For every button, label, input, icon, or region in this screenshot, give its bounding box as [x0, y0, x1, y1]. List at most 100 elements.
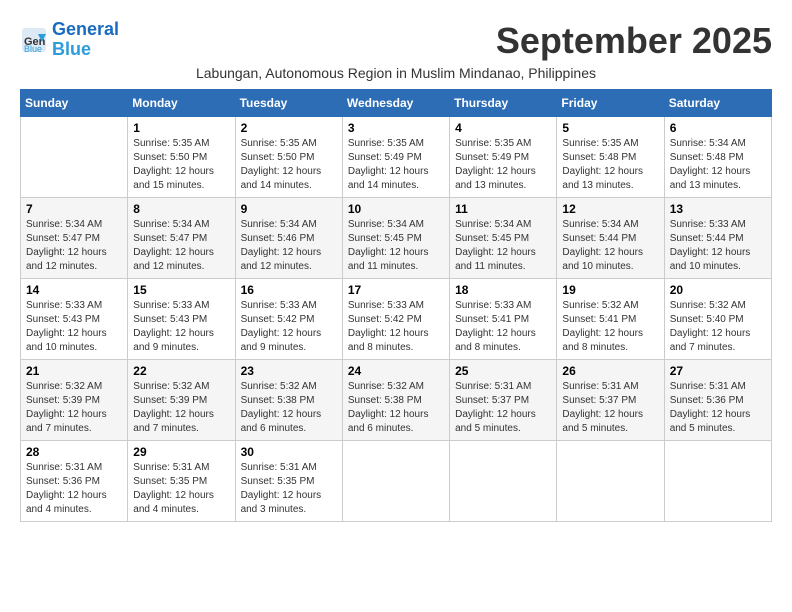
day-info: Sunrise: 5:32 AM Sunset: 5:38 PM Dayligh… [241, 380, 337, 436]
calendar-cell [21, 116, 128, 197]
day-number: 18 [455, 283, 551, 297]
day-info: Sunrise: 5:31 AM Sunset: 5:35 PM Dayligh… [241, 461, 337, 517]
day-info: Sunrise: 5:34 AM Sunset: 5:45 PM Dayligh… [455, 218, 551, 274]
calendar-cell: 26Sunrise: 5:31 AM Sunset: 5:37 PM Dayli… [557, 359, 664, 440]
calendar-cell: 15Sunrise: 5:33 AM Sunset: 5:43 PM Dayli… [128, 278, 235, 359]
week-row-2: 7Sunrise: 5:34 AM Sunset: 5:47 PM Daylig… [21, 197, 772, 278]
day-info: Sunrise: 5:32 AM Sunset: 5:39 PM Dayligh… [26, 380, 122, 436]
day-info: Sunrise: 5:32 AM Sunset: 5:41 PM Dayligh… [562, 299, 658, 355]
calendar-cell: 2 Sunrise: 5:35 AM Sunset: 5:50 PM Daylig… [235, 116, 342, 197]
day-number: 9 [241, 202, 337, 216]
week-row-5: 28 Sunrise: 5:31 AM Sunset: 5:36 PM Dayli… [21, 440, 772, 521]
calendar-cell: 20 Sunrise: 5:32 AM Sunset: 5:40 PM Dayli… [664, 278, 771, 359]
day-info: Sunrise: 5:33 AM Sunset: 5:41 PM Dayligh… [455, 299, 551, 355]
day-info: Sunrise: 5:34 AM Sunset: 5:48 PM Dayligh… [670, 137, 766, 193]
day-info: Sunrise: 5:33 AM Sunset: 5:44 PM Dayligh… [670, 218, 766, 274]
day-number: 21 [26, 364, 122, 378]
week-row-4: 21 Sunrise: 5:32 AM Sunset: 5:39 PM Dayli… [21, 359, 772, 440]
calendar-cell: 27 Sunrise: 5:31 AM Sunset: 5:36 PM Dayli… [664, 359, 771, 440]
day-info: Sunrise: 5:35 AM Sunset: 5:50 PM Dayligh… [133, 137, 229, 193]
calendar-cell: 28 Sunrise: 5:31 AM Sunset: 5:36 PM Dayli… [21, 440, 128, 521]
day-number: 11 [455, 202, 551, 216]
day-number: 24 [348, 364, 444, 378]
header-friday: Friday [557, 89, 664, 116]
day-number: 10 [348, 202, 444, 216]
calendar-cell [664, 440, 771, 521]
calendar-cell: 14 Sunrise: 5:33 AM Sunset: 5:43 PM Dayli… [21, 278, 128, 359]
logo: Gen Blue General Blue [20, 20, 119, 60]
calendar-cell [557, 440, 664, 521]
day-number: 2 [241, 121, 337, 135]
day-number: 22 [133, 364, 229, 378]
day-info: Sunrise: 5:32 AM Sunset: 5:40 PM Dayligh… [670, 299, 766, 355]
day-info: Sunrise: 5:31 AM Sunset: 5:36 PM Dayligh… [26, 461, 122, 517]
calendar-cell: 29 Sunrise: 5:31 AM Sunset: 5:35 PM Dayli… [128, 440, 235, 521]
day-number: 25 [455, 364, 551, 378]
calendar-cell: 6 Sunrise: 5:34 AM Sunset: 5:48 PM Daylig… [664, 116, 771, 197]
logo-icon: Gen Blue [20, 26, 48, 54]
day-info: Sunrise: 5:31 AM Sunset: 5:36 PM Dayligh… [670, 380, 766, 436]
calendar-cell: 22 Sunrise: 5:32 AM Sunset: 5:39 PM Dayli… [128, 359, 235, 440]
calendar-cell: 12Sunrise: 5:34 AM Sunset: 5:44 PM Dayli… [557, 197, 664, 278]
calendar-cell: 30Sunrise: 5:31 AM Sunset: 5:35 PM Dayli… [235, 440, 342, 521]
week-row-1: 1 Sunrise: 5:35 AM Sunset: 5:50 PM Daylig… [21, 116, 772, 197]
day-info: Sunrise: 5:35 AM Sunset: 5:49 PM Dayligh… [455, 137, 551, 193]
calendar-cell: 5 Sunrise: 5:35 AM Sunset: 5:48 PM Daylig… [557, 116, 664, 197]
logo-text: General Blue [52, 20, 119, 60]
calendar-cell: 21 Sunrise: 5:32 AM Sunset: 5:39 PM Dayli… [21, 359, 128, 440]
day-number: 5 [562, 121, 658, 135]
day-number: 28 [26, 445, 122, 459]
calendar-cell: 9 Sunrise: 5:34 AM Sunset: 5:46 PM Daylig… [235, 197, 342, 278]
calendar-cell: 8 Sunrise: 5:34 AM Sunset: 5:47 PM Daylig… [128, 197, 235, 278]
day-number: 8 [133, 202, 229, 216]
calendar-header-row: SundayMondayTuesdayWednesdayThursdayFrid… [21, 89, 772, 116]
day-info: Sunrise: 5:34 AM Sunset: 5:47 PM Dayligh… [133, 218, 229, 274]
day-number: 3 [348, 121, 444, 135]
calendar-cell [342, 440, 449, 521]
day-info: Sunrise: 5:32 AM Sunset: 5:38 PM Dayligh… [348, 380, 444, 436]
day-number: 20 [670, 283, 766, 297]
day-number: 14 [26, 283, 122, 297]
header-saturday: Saturday [664, 89, 771, 116]
calendar-cell: 11 Sunrise: 5:34 AM Sunset: 5:45 PM Dayli… [450, 197, 557, 278]
calendar-cell: 7Sunrise: 5:34 AM Sunset: 5:47 PM Daylig… [21, 197, 128, 278]
header-tuesday: Tuesday [235, 89, 342, 116]
calendar-cell: 1 Sunrise: 5:35 AM Sunset: 5:50 PM Daylig… [128, 116, 235, 197]
day-number: 23 [241, 364, 337, 378]
calendar-table: SundayMondayTuesdayWednesdayThursdayFrid… [20, 89, 772, 522]
calendar-cell: 18 Sunrise: 5:33 AM Sunset: 5:41 PM Dayli… [450, 278, 557, 359]
day-info: Sunrise: 5:31 AM Sunset: 5:35 PM Dayligh… [133, 461, 229, 517]
day-number: 27 [670, 364, 766, 378]
calendar-cell [450, 440, 557, 521]
day-info: Sunrise: 5:35 AM Sunset: 5:48 PM Dayligh… [562, 137, 658, 193]
header-thursday: Thursday [450, 89, 557, 116]
day-info: Sunrise: 5:32 AM Sunset: 5:39 PM Dayligh… [133, 380, 229, 436]
day-info: Sunrise: 5:33 AM Sunset: 5:42 PM Dayligh… [348, 299, 444, 355]
day-info: Sunrise: 5:33 AM Sunset: 5:42 PM Dayligh… [241, 299, 337, 355]
title-section: September 2025 [496, 20, 772, 62]
day-info: Sunrise: 5:35 AM Sunset: 5:49 PM Dayligh… [348, 137, 444, 193]
header-monday: Monday [128, 89, 235, 116]
day-info: Sunrise: 5:31 AM Sunset: 5:37 PM Dayligh… [455, 380, 551, 436]
day-number: 16 [241, 283, 337, 297]
header-sunday: Sunday [21, 89, 128, 116]
calendar-cell: 3 Sunrise: 5:35 AM Sunset: 5:49 PM Daylig… [342, 116, 449, 197]
calendar-cell: 16 Sunrise: 5:33 AM Sunset: 5:42 PM Dayli… [235, 278, 342, 359]
day-info: Sunrise: 5:33 AM Sunset: 5:43 PM Dayligh… [26, 299, 122, 355]
day-number: 1 [133, 121, 229, 135]
day-info: Sunrise: 5:35 AM Sunset: 5:50 PM Dayligh… [241, 137, 337, 193]
calendar-cell: 19Sunrise: 5:32 AM Sunset: 5:41 PM Dayli… [557, 278, 664, 359]
svg-text:Blue: Blue [24, 44, 42, 54]
day-number: 13 [670, 202, 766, 216]
header-wednesday: Wednesday [342, 89, 449, 116]
calendar-cell: 24 Sunrise: 5:32 AM Sunset: 5:38 PM Dayli… [342, 359, 449, 440]
day-number: 29 [133, 445, 229, 459]
day-number: 4 [455, 121, 551, 135]
calendar-cell: 13 Sunrise: 5:33 AM Sunset: 5:44 PM Dayli… [664, 197, 771, 278]
day-info: Sunrise: 5:34 AM Sunset: 5:45 PM Dayligh… [348, 218, 444, 274]
calendar-cell: 23 Sunrise: 5:32 AM Sunset: 5:38 PM Dayli… [235, 359, 342, 440]
day-number: 6 [670, 121, 766, 135]
calendar-cell: 17Sunrise: 5:33 AM Sunset: 5:42 PM Dayli… [342, 278, 449, 359]
calendar-cell: 4 Sunrise: 5:35 AM Sunset: 5:49 PM Daylig… [450, 116, 557, 197]
day-info: Sunrise: 5:34 AM Sunset: 5:46 PM Dayligh… [241, 218, 337, 274]
